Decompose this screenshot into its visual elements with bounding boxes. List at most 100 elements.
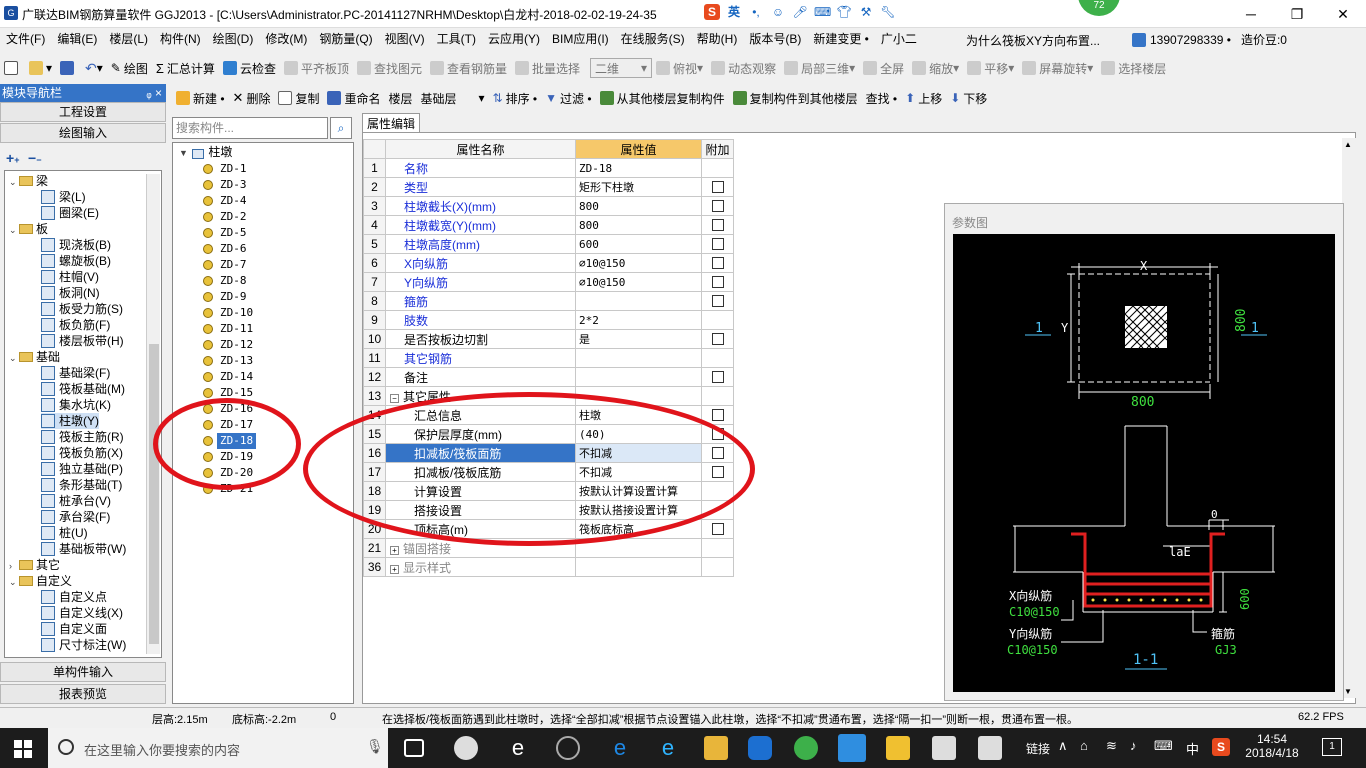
green-app-icon[interactable] <box>794 736 818 760</box>
notification-icon[interactable]: 1 <box>1322 738 1342 756</box>
single-component-button[interactable]: 单构件输入 <box>0 662 166 682</box>
append-checkbox[interactable] <box>711 409 724 421</box>
report-preview-button[interactable]: 报表预览 <box>0 684 166 704</box>
nav-item[interactable]: 板受力筋(S) <box>41 301 123 317</box>
nav-item[interactable]: 桩承台(V) <box>41 493 111 509</box>
property-value[interactable]: 600 <box>575 234 702 254</box>
active-app-icon[interactable] <box>838 734 866 762</box>
menu-item[interactable]: 绘图(D) <box>207 28 260 50</box>
move-down-button[interactable]: ⬇ 下移 <box>946 87 991 109</box>
batch-select-button[interactable]: 批量选择 <box>511 57 584 79</box>
zoom-button[interactable]: 缩放 ▾ <box>908 57 963 79</box>
delete-button[interactable]: ✕ 删除 <box>229 87 275 109</box>
property-value[interactable]: 矩形下柱墩 <box>575 177 702 197</box>
menu-item[interactable]: 钢筋量(Q) <box>313 28 378 50</box>
property-add[interactable] <box>701 177 734 197</box>
menu-item[interactable]: 文件(F) <box>0 28 51 50</box>
windows-start-icon[interactable] <box>14 740 32 758</box>
property-value[interactable]: 是 <box>575 329 702 349</box>
property-add[interactable] <box>701 234 734 254</box>
nav-group[interactable]: ⌄ 基础 <box>9 349 60 365</box>
nav-item[interactable]: 承台梁(F) <box>41 509 110 525</box>
nav-item[interactable]: 条形基础(T) <box>41 477 122 493</box>
property-value[interactable] <box>575 557 702 577</box>
nav-item[interactable]: 自定义线(X) <box>41 605 123 621</box>
menu-item[interactable]: 楼层(L) <box>103 28 154 50</box>
dynamic-view-button[interactable]: 动态观察 <box>707 57 780 79</box>
expand-icon[interactable]: ⌄ <box>9 350 19 366</box>
tray-clock[interactable]: 14:54 2018/4/18 <box>1244 732 1300 760</box>
nav-group[interactable]: › 其它 <box>9 557 60 573</box>
maximize-button[interactable]: ❐ <box>1274 0 1320 28</box>
pan-button[interactable]: 平移 ▾ <box>963 57 1018 79</box>
component-item[interactable]: ZD-5 <box>217 225 250 241</box>
property-row[interactable]: 9 肢数 2*2 <box>363 310 734 330</box>
component-item[interactable]: ZD-3 <box>217 177 250 193</box>
minimize-button[interactable]: ─ <box>1228 0 1274 28</box>
tray-link[interactable]: 链接 <box>1026 740 1050 757</box>
append-checkbox[interactable] <box>711 295 724 307</box>
append-checkbox[interactable] <box>711 257 724 269</box>
property-row[interactable]: 2 类型 矩形下柱墩 <box>363 177 734 197</box>
select-layer-button[interactable]: 选择楼层 <box>1097 57 1170 79</box>
component-item[interactable]: ZD-4 <box>217 193 250 209</box>
menu-item[interactable]: 云应用(Y) <box>482 28 546 50</box>
menu-item[interactable]: 视图(V) <box>379 28 431 50</box>
menu-item[interactable]: 版本号(B) <box>743 28 807 50</box>
tray-lang[interactable]: 中 <box>1186 739 1199 758</box>
nav-group[interactable]: ⌄ 梁 <box>9 173 48 189</box>
menu-item[interactable]: 编辑(E) <box>51 28 103 50</box>
scroll-up-icon[interactable]: ▲ <box>1344 140 1352 149</box>
glodon-icon[interactable] <box>748 736 772 760</box>
property-value[interactable] <box>575 291 702 311</box>
nav-item[interactable]: 尺寸标注(W) <box>41 637 126 653</box>
nav-pin-close[interactable]: ᵩ × <box>146 84 162 102</box>
taskbar-search-input[interactable]: 在这里输入你要搜索的内容 🎙︎ <box>48 728 388 768</box>
scroll-down-icon[interactable]: ▼ <box>1344 687 1352 696</box>
menu-item[interactable]: 构件(N) <box>154 28 207 50</box>
property-row[interactable]: 36 + 显示样式 <box>363 557 734 577</box>
property-add[interactable] <box>701 253 734 273</box>
mic-icon[interactable]: 🎙︎ <box>366 738 384 755</box>
nav-item[interactable]: 梁(L) <box>41 189 86 205</box>
menu-item[interactable]: BIM应用(I) <box>546 28 615 50</box>
component-item[interactable]: ZD-14 <box>217 369 256 385</box>
copy-button[interactable]: 复制 <box>274 87 323 109</box>
account[interactable]: 13907298339 • 造价豆:0 <box>1132 31 1287 48</box>
component-item[interactable]: ZD-6 <box>217 241 250 257</box>
volume-icon[interactable]: ♪ <box>1130 738 1137 753</box>
draw-button[interactable]: ✎ 绘图 <box>107 57 152 79</box>
menu-item[interactable]: 新建变更 • <box>807 28 875 50</box>
find-component-button[interactable]: 查找 • <box>862 87 902 109</box>
view-rebar-button[interactable]: 查看钢筋量 <box>426 57 511 79</box>
expand-icon[interactable]: ⌄ <box>9 574 19 590</box>
property-row[interactable]: 8 箍筋 <box>363 291 734 311</box>
property-add[interactable] <box>701 329 734 349</box>
keyboard-icon[interactable]: ⌨ <box>814 4 831 20</box>
ie-blue-icon[interactable]: e <box>656 736 680 760</box>
nav-scrollbar[interactable] <box>146 174 160 654</box>
property-add[interactable] <box>701 272 734 292</box>
property-add[interactable] <box>701 215 734 235</box>
fan-app-icon[interactable] <box>454 736 478 760</box>
nav-item[interactable]: 楼层板带(H) <box>41 333 124 349</box>
help-app2-icon[interactable] <box>978 736 1002 760</box>
property-scrollbar[interactable]: ▲ ▼ <box>1342 138 1356 698</box>
component-item[interactable]: ZD-12 <box>217 337 256 353</box>
rename-button[interactable]: 重命名 <box>323 87 384 109</box>
nav-item[interactable]: 自定义面 <box>41 621 107 637</box>
emoji-icon[interactable]: ☺ <box>770 4 786 20</box>
ime-toolbar[interactable]: S 英 •, ☺ 🎤︎ ⌨ 👕︎ ⚒ 🔧︎ <box>704 4 896 20</box>
component-item[interactable]: ZD-13 <box>217 353 256 369</box>
floor-select[interactable]: 基础层 ▾ <box>417 87 489 109</box>
open-button[interactable]: ▾ <box>25 57 56 79</box>
property-row[interactable]: 5 柱墩高度(mm) 600 <box>363 234 734 254</box>
property-value[interactable]: ⌀10@150 <box>575 272 702 292</box>
copy-from-floor-button[interactable]: 从其他楼层复制构件 <box>596 87 729 109</box>
nav-item[interactable]: 桩(U) <box>41 525 88 541</box>
tab-property-edit[interactable]: 属性编辑 <box>362 113 420 133</box>
sort-button[interactable]: ⇅ 排序 • <box>489 87 542 109</box>
move-up-button[interactable]: ⬆ 上移 <box>901 87 946 109</box>
property-value[interactable]: 800 <box>575 215 702 235</box>
append-checkbox[interactable] <box>711 276 724 288</box>
